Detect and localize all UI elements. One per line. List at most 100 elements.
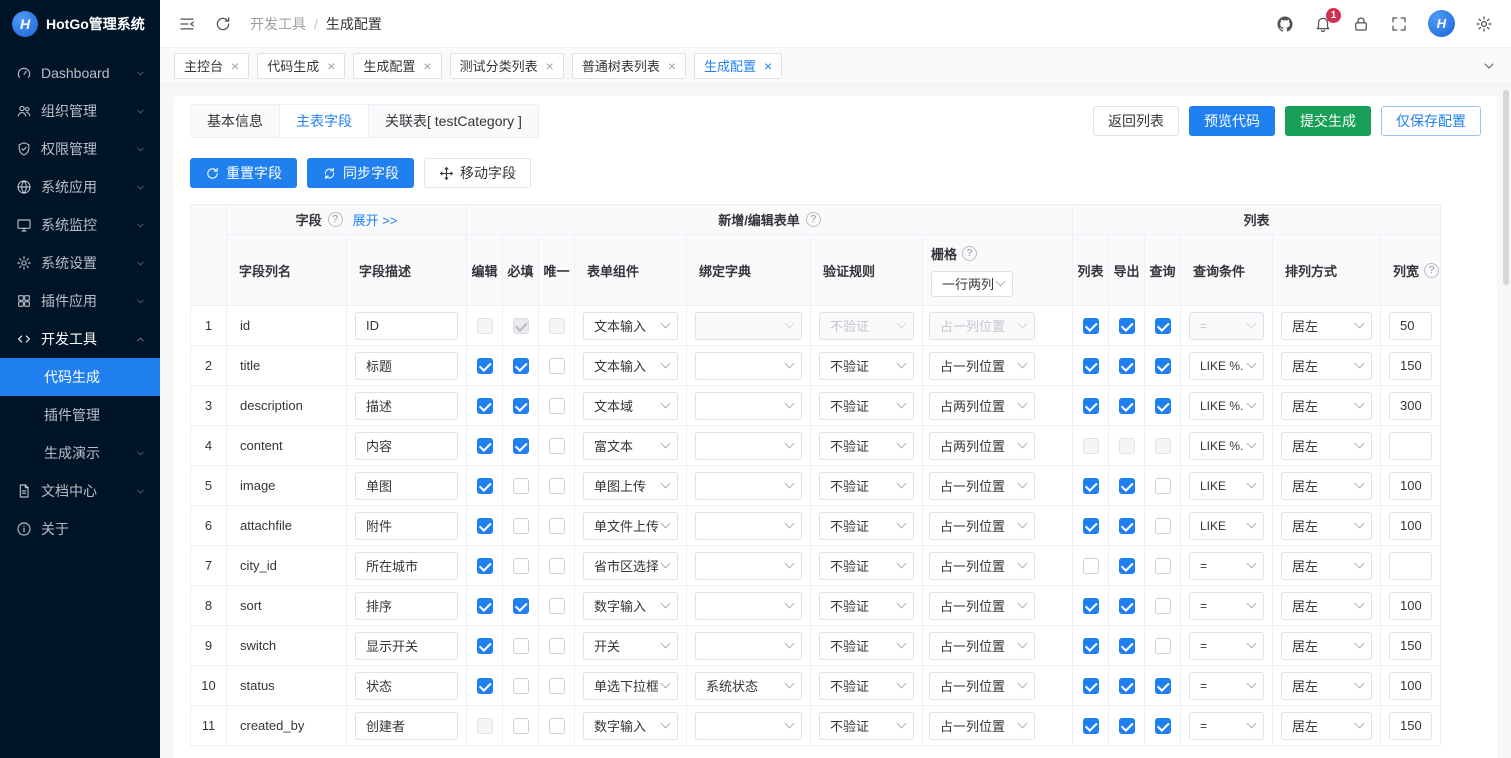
content-tab-0[interactable]: 基本信息: [190, 104, 280, 138]
content-tab-1[interactable]: 主表字段: [279, 104, 369, 138]
sidebar-subitem-generation-demo[interactable]: 生成演示: [0, 434, 160, 472]
column-width-input[interactable]: 50: [1389, 312, 1432, 340]
query-checkbox[interactable]: [1155, 518, 1171, 534]
submit-generate-button[interactable]: 提交生成: [1285, 106, 1371, 136]
unique-checkbox[interactable]: [549, 638, 565, 654]
grid-span-select[interactable]: 占一列位置: [929, 592, 1035, 620]
page-tag-2[interactable]: 生成配置×: [353, 53, 441, 79]
sidebar-item-permission-management[interactable]: 权限管理: [0, 130, 160, 168]
field-desc-input[interactable]: 标题: [355, 352, 458, 380]
form-component-select[interactable]: 开关: [583, 632, 678, 660]
close-icon[interactable]: ×: [231, 59, 239, 73]
bind-dict-select[interactable]: [695, 712, 802, 740]
page-tag-3[interactable]: 测试分类列表×: [450, 53, 564, 79]
bind-dict-select[interactable]: [695, 512, 802, 540]
export-checkbox[interactable]: [1119, 318, 1135, 334]
bind-dict-select[interactable]: [695, 392, 802, 420]
form-component-select[interactable]: 文本输入: [583, 312, 678, 340]
page-scrollbar[interactable]: [1503, 90, 1509, 285]
grid-span-select[interactable]: 占一列位置: [929, 472, 1035, 500]
field-desc-input[interactable]: 显示开关: [355, 632, 458, 660]
unique-checkbox[interactable]: [549, 718, 565, 734]
required-checkbox[interactable]: [513, 518, 529, 534]
field-desc-input[interactable]: 内容: [355, 432, 458, 460]
query-condition-select[interactable]: LIKE %...%: [1189, 432, 1264, 460]
list-checkbox[interactable]: [1083, 318, 1099, 334]
required-checkbox[interactable]: [513, 718, 529, 734]
bind-dict-select[interactable]: [695, 352, 802, 380]
tabs-dropdown-chevron-icon[interactable]: [1481, 58, 1497, 74]
export-checkbox[interactable]: [1119, 398, 1135, 414]
save-config-only-button[interactable]: 仅保存配置: [1381, 106, 1481, 136]
collapse-menu-icon[interactable]: [178, 15, 196, 33]
align-mode-select[interactable]: 居左: [1281, 512, 1372, 540]
list-checkbox[interactable]: [1083, 638, 1099, 654]
close-icon[interactable]: ×: [546, 59, 554, 73]
refresh-page-icon[interactable]: [214, 15, 232, 33]
sidebar-item-dashboard[interactable]: Dashboard: [0, 54, 160, 92]
query-condition-select[interactable]: =: [1189, 592, 1264, 620]
export-checkbox[interactable]: [1119, 358, 1135, 374]
align-mode-select[interactable]: 居左: [1281, 472, 1372, 500]
required-checkbox[interactable]: [513, 358, 529, 374]
sidebar-item-about[interactable]: 关于: [0, 510, 160, 548]
field-desc-input[interactable]: 状态: [355, 672, 458, 700]
bind-dict-select[interactable]: [695, 592, 802, 620]
query-checkbox[interactable]: [1155, 718, 1171, 734]
query-condition-select[interactable]: LIKE %...%: [1189, 392, 1264, 420]
unique-checkbox[interactable]: [549, 398, 565, 414]
form-component-select[interactable]: 单图上传: [583, 472, 678, 500]
query-condition-select[interactable]: =: [1189, 632, 1264, 660]
grid-layout-select[interactable]: 一行两列: [931, 271, 1013, 297]
page-tag-4[interactable]: 普通树表列表×: [572, 53, 686, 79]
fullscreen-icon[interactable]: [1390, 15, 1408, 33]
validation-rule-select[interactable]: 不验证: [819, 472, 914, 500]
form-component-select[interactable]: 单选下拉框: [583, 672, 678, 700]
grid-span-select[interactable]: 占一列位置: [929, 352, 1035, 380]
validation-rule-select[interactable]: 不验证: [819, 512, 914, 540]
unique-checkbox[interactable]: [549, 478, 565, 494]
edit-checkbox[interactable]: [477, 598, 493, 614]
grid-span-select[interactable]: 占一列位置: [929, 632, 1035, 660]
sidebar-item-system-app[interactable]: 系统应用: [0, 168, 160, 206]
query-checkbox[interactable]: [1155, 638, 1171, 654]
query-condition-select[interactable]: LIKE: [1189, 472, 1264, 500]
bind-dict-select[interactable]: [695, 472, 802, 500]
page-tag-0[interactable]: 主控台×: [174, 53, 249, 79]
align-mode-select[interactable]: 居左: [1281, 592, 1372, 620]
required-checkbox[interactable]: [513, 678, 529, 694]
grid-span-select[interactable]: 占一列位置: [929, 552, 1035, 580]
validation-rule-select[interactable]: 不验证: [819, 312, 914, 340]
list-checkbox[interactable]: [1083, 518, 1099, 534]
required-checkbox[interactable]: [513, 598, 529, 614]
reset-fields-button[interactable]: 重置字段: [190, 158, 297, 188]
validation-rule-select[interactable]: 不验证: [819, 632, 914, 660]
edit-checkbox[interactable]: [477, 718, 493, 734]
sidebar-item-org-management[interactable]: 组织管理: [0, 92, 160, 130]
column-width-input[interactable]: 100: [1389, 592, 1432, 620]
unique-checkbox[interactable]: [549, 598, 565, 614]
sidebar-subitem-plugin-management[interactable]: 插件管理: [0, 396, 160, 434]
export-checkbox[interactable]: [1119, 558, 1135, 574]
field-desc-input[interactable]: 创建者: [355, 712, 458, 740]
query-condition-select[interactable]: LIKE %...%: [1189, 352, 1264, 380]
help-icon[interactable]: ?: [962, 246, 977, 261]
close-icon[interactable]: ×: [764, 59, 772, 73]
validation-rule-select[interactable]: 不验证: [819, 392, 914, 420]
query-checkbox[interactable]: [1155, 398, 1171, 414]
required-checkbox[interactable]: [513, 638, 529, 654]
grid-span-select[interactable]: 占两列位置: [929, 392, 1035, 420]
unique-checkbox[interactable]: [549, 518, 565, 534]
bind-dict-select[interactable]: [695, 432, 802, 460]
app-logo[interactable]: H HotGo管理系统: [0, 0, 160, 48]
move-fields-button[interactable]: 移动字段: [424, 158, 531, 188]
required-checkbox[interactable]: [513, 318, 529, 334]
query-checkbox[interactable]: [1155, 558, 1171, 574]
export-checkbox[interactable]: [1119, 438, 1135, 454]
form-component-select[interactable]: 文本域: [583, 392, 678, 420]
form-component-select[interactable]: 单文件上传: [583, 512, 678, 540]
grid-span-select[interactable]: 占一列位置: [929, 512, 1035, 540]
edit-checkbox[interactable]: [477, 438, 493, 454]
validation-rule-select[interactable]: 不验证: [819, 352, 914, 380]
field-desc-input[interactable]: 排序: [355, 592, 458, 620]
